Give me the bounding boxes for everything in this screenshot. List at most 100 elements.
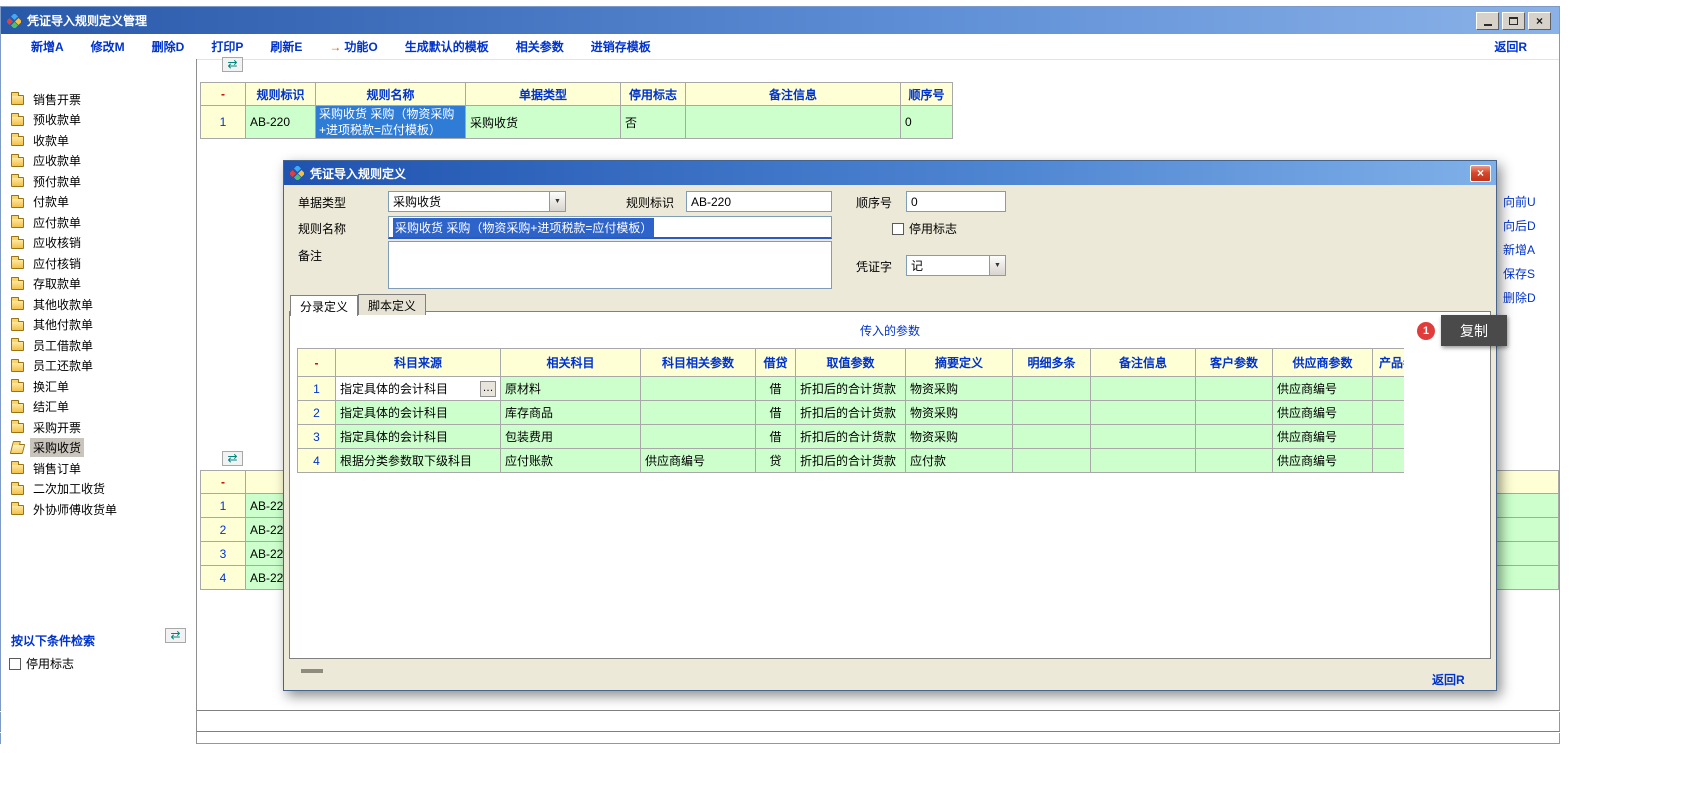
sidebar-item-employee-loan[interactable]: 员工借款单: [1, 335, 196, 356]
cell-doc-type[interactable]: 采购收货: [466, 106, 621, 139]
toolbar-new-button[interactable]: 新增A: [31, 38, 64, 55]
sidebar-item-receivable[interactable]: 应收款单: [1, 151, 196, 172]
cell-subject-param[interactable]: [641, 401, 756, 425]
cell-note[interactable]: [1091, 449, 1196, 473]
cell-subject-param[interactable]: 供应商编号: [641, 449, 756, 473]
cell-rule-id[interactable]: AB-220: [246, 106, 316, 139]
toolbar-inventory-template-button[interactable]: 进销存模板: [591, 38, 651, 55]
cell-supplier-param[interactable]: 供应商编号: [1273, 401, 1373, 425]
sidebar-item-payable[interactable]: 应付款单: [1, 212, 196, 233]
cell-disabled-flag[interactable]: 否: [621, 106, 686, 139]
sidebar-item-purchase-receipt[interactable]: 采购收货: [1, 438, 196, 459]
cell-related-subject[interactable]: 原材料: [501, 377, 641, 401]
cell-summary[interactable]: 应付款: [906, 449, 1013, 473]
filter-swap-button[interactable]: ⇄: [165, 628, 186, 643]
close-button[interactable]: ×: [1528, 12, 1551, 30]
order-input[interactable]: 0: [906, 191, 1006, 212]
tab-entry-definition[interactable]: 分录定义: [290, 295, 358, 316]
sidebar-item-employee-repayment[interactable]: 员工还款单: [1, 356, 196, 377]
move-backward-button[interactable]: 向后D: [1503, 217, 1536, 233]
cell-value-param[interactable]: 折扣后的合计货款: [796, 425, 906, 449]
cell-summary[interactable]: 物资采购: [906, 377, 1013, 401]
sidebar-item-other-receipt[interactable]: 其他收款单: [1, 294, 196, 315]
cell-related-subject[interactable]: 库存商品: [501, 401, 641, 425]
ellipsis-button[interactable]: …: [480, 381, 496, 397]
cell-note[interactable]: [1091, 377, 1196, 401]
sidebar-item-payable-writeoff[interactable]: 应付核销: [1, 253, 196, 274]
cell-direction[interactable]: 借: [756, 425, 796, 449]
cell-rule-name-selected[interactable]: 采购收货 采购（物资采购+进项税款=应付模板）: [316, 106, 466, 139]
toolbar-function-button[interactable]: → 功能O: [329, 38, 377, 55]
cell-multi-detail[interactable]: [1013, 425, 1091, 449]
cell-customer-param[interactable]: [1196, 377, 1273, 401]
add-button[interactable]: 新增A: [1503, 241, 1536, 257]
cell-supplier-param[interactable]: 供应商编号: [1273, 425, 1373, 449]
cell-subject-param[interactable]: [641, 377, 756, 401]
cell-row-number[interactable]: 1: [201, 494, 246, 518]
sidebar-item-advance-receipt[interactable]: 预收款单: [1, 110, 196, 131]
dialog-close-button[interactable]: ×: [1470, 165, 1491, 182]
sidebar-item-other-payment[interactable]: 其他付款单: [1, 315, 196, 336]
voucher-word-combo[interactable]: 记 ▼: [906, 255, 1006, 276]
sidebar-item-payment[interactable]: 付款单: [1, 192, 196, 213]
cell-value-param[interactable]: 折扣后的合计货款: [796, 377, 906, 401]
rules-table-row[interactable]: 1 AB-220 采购收货 采购（物资采购+进项税款=应付模板） 采购收货 否 …: [201, 106, 953, 139]
tab-script-definition[interactable]: 脚本定义: [358, 294, 426, 315]
toolbar-print-button[interactable]: 打印P: [211, 38, 243, 55]
cell-note[interactable]: [1091, 401, 1196, 425]
entry-row[interactable]: 4 根据分类参数取下级科目 应付账款 供应商编号 贷 折扣后的合计货款 应付款 …: [298, 449, 1404, 473]
cell-row-number[interactable]: 1: [298, 377, 336, 401]
toolbar-refresh-button[interactable]: 刷新E: [270, 38, 302, 55]
disabled-flag-checkbox[interactable]: [892, 223, 904, 235]
toolbar-related-params-button[interactable]: 相关参数: [516, 38, 564, 55]
cell-note[interactable]: [686, 106, 901, 139]
disabled-flag-checkbox[interactable]: [9, 658, 21, 670]
cell-subject-source[interactable]: 根据分类参数取下级科目: [336, 449, 501, 473]
sidebar-item-exchange[interactable]: 换汇单: [1, 376, 196, 397]
cell-row-number[interactable]: 2: [201, 518, 246, 542]
detail-table-swap-button[interactable]: ⇄: [222, 451, 243, 466]
minimize-button[interactable]: [1476, 12, 1499, 30]
chevron-down-icon[interactable]: ▼: [989, 256, 1005, 275]
cell-related-subject[interactable]: 包装费用: [501, 425, 641, 449]
sidebar-item-deposit-withdrawal[interactable]: 存取款单: [1, 274, 196, 295]
save-button[interactable]: 保存S: [1503, 265, 1536, 281]
maximize-button[interactable]: [1502, 12, 1525, 30]
toolbar-back-button[interactable]: 返回R: [1494, 38, 1527, 55]
entry-row[interactable]: 1 指定具体的会计科目 … 原材料 借 折扣后的合计货款 物资采购: [298, 377, 1404, 401]
sidebar-item-secondary-processing-receipt[interactable]: 二次加工收货: [1, 479, 196, 500]
entry-row[interactable]: 3 指定具体的会计科目 包装费用 借 折扣后的合计货款 物资采购 供应商编号: [298, 425, 1404, 449]
copy-button[interactable]: 复制: [1441, 315, 1507, 346]
rule-name-input[interactable]: 采购收货 采购（物资采购+进项税款=应付模板）: [388, 216, 832, 239]
cell-subject-source[interactable]: 指定具体的会计科目: [336, 425, 501, 449]
cell-value-param[interactable]: 折扣后的合计货款: [796, 449, 906, 473]
note-textarea[interactable]: [388, 241, 832, 289]
toolbar-delete-button[interactable]: 删除D: [152, 38, 185, 55]
cell-row-number[interactable]: 1: [201, 106, 246, 139]
cell-subject-source[interactable]: 指定具体的会计科目 …: [336, 377, 501, 401]
cell-customer-param[interactable]: [1196, 401, 1273, 425]
cell-product-param[interactable]: [1373, 401, 1404, 425]
rule-id-input[interactable]: AB-220: [686, 191, 832, 212]
entry-row[interactable]: 2 指定具体的会计科目 库存商品 借 折扣后的合计货款 物资采购 供应商编号: [298, 401, 1404, 425]
doc-type-combo[interactable]: 采购收货 ▼: [388, 191, 566, 212]
cell-row-number[interactable]: 4: [201, 566, 246, 590]
cell-product-param[interactable]: [1373, 377, 1404, 401]
sidebar-item-purchase-invoice[interactable]: 采购开票: [1, 417, 196, 438]
cell-direction[interactable]: 借: [756, 401, 796, 425]
cell-note[interactable]: [1091, 425, 1196, 449]
sidebar-item-advance-payment[interactable]: 预付款单: [1, 171, 196, 192]
cell-row-number[interactable]: 3: [201, 542, 246, 566]
dialog-back-button[interactable]: 返回R: [1432, 671, 1465, 688]
cell-order[interactable]: 0: [901, 106, 953, 139]
cell-product-param[interactable]: [1373, 449, 1404, 473]
toolbar-edit-button[interactable]: 修改M: [91, 38, 125, 55]
cell-subject-param[interactable]: [641, 425, 756, 449]
cell-subject-source[interactable]: 指定具体的会计科目: [336, 401, 501, 425]
cell-summary[interactable]: 物资采购: [906, 425, 1013, 449]
cell-value-param[interactable]: 折扣后的合计货款: [796, 401, 906, 425]
chevron-down-icon[interactable]: ▼: [549, 192, 565, 211]
toolbar-generate-template-button[interactable]: 生成默认的模板: [405, 38, 489, 55]
sidebar-item-settlement[interactable]: 结汇单: [1, 397, 196, 418]
cell-summary[interactable]: 物资采购: [906, 401, 1013, 425]
